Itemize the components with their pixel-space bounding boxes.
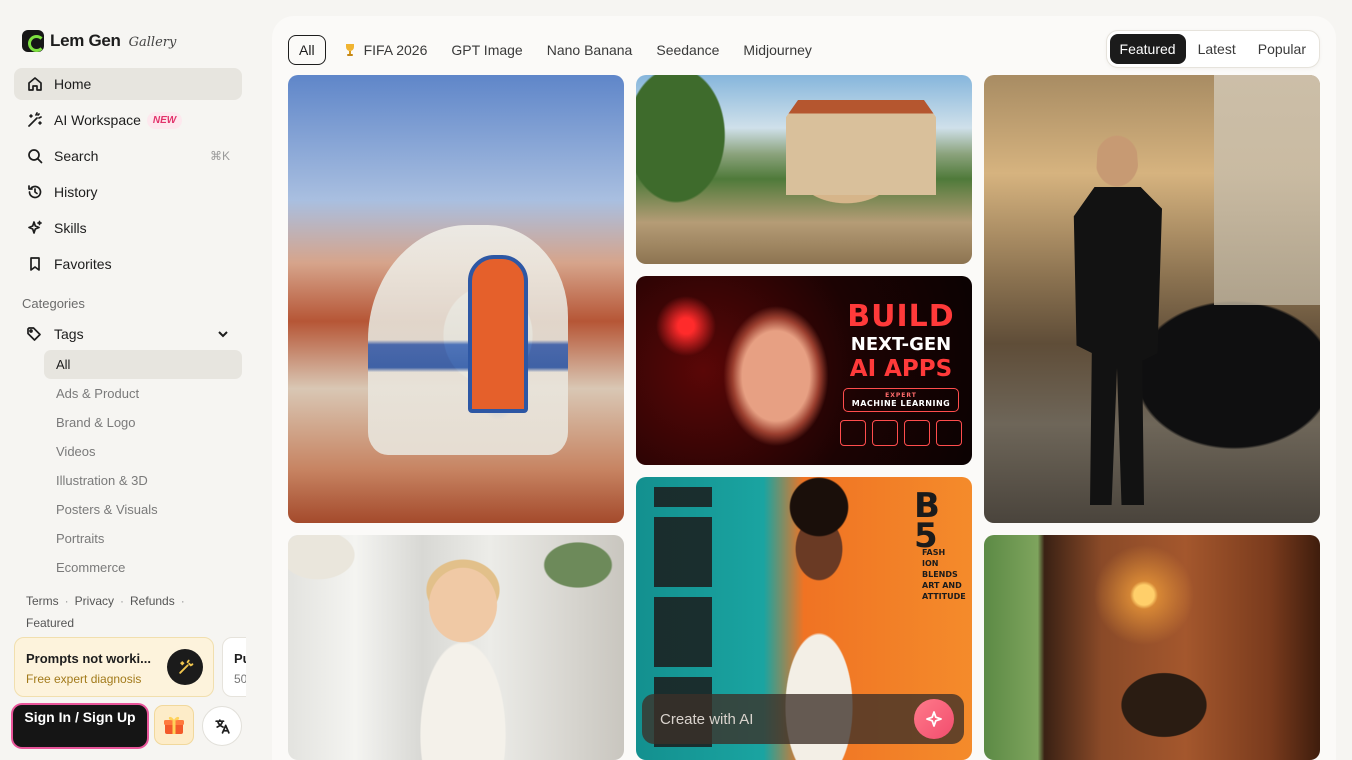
sort-featured[interactable]: Featured (1109, 34, 1186, 64)
promo-card-second[interactable]: Pu 50 (222, 637, 246, 697)
sparkles-icon (26, 219, 44, 237)
gallery-card-ai-poster[interactable]: BUILD NEXT-GEN AI APPS EXPERT MACHINE LE… (636, 276, 972, 465)
magic-wand-icon[interactable] (167, 649, 203, 685)
sort-toggle: Featured Latest Popular (1105, 30, 1320, 68)
nav-home-label: Home (54, 76, 92, 92)
fashion-poster-big: B 5 (914, 486, 940, 556)
new-badge: NEW (146, 111, 183, 129)
filter-nano-banana[interactable]: Nano Banana (547, 42, 633, 58)
fashion-poster-text: FASH ION BLENDS ART AND ATTITUDE (922, 548, 966, 601)
filter-fifa-label: FIFA 2026 (363, 42, 428, 58)
ai-poster-line2: NEXT-GEN (850, 334, 952, 355)
tag-item[interactable]: All (44, 350, 242, 379)
ai-poster-sub1: EXPERT (885, 392, 917, 399)
promo-carousel: Prompts not worki... Free expert diagnos… (14, 637, 246, 699)
tag-item[interactable]: Videos (44, 437, 242, 466)
create-input[interactable]: Create with AI (660, 711, 753, 728)
sparkle-icon[interactable] (914, 699, 954, 739)
gallery-card-fireplace[interactable] (984, 535, 1320, 760)
ai-poster-text: BUILD NEXT-GEN AI APPS EXPERT MACHINE LE… (836, 300, 966, 446)
tag-item[interactable]: Brand & Logo (44, 408, 242, 437)
nav-search[interactable]: Search ⌘K (14, 140, 242, 172)
brand-logo[interactable]: Lem Gen Gallery (22, 30, 176, 52)
filter-seedance[interactable]: Seedance (656, 42, 719, 58)
nav-skills[interactable]: Skills (14, 212, 242, 244)
promo-title: Pu (234, 651, 246, 666)
filter-gpt-image[interactable]: GPT Image (451, 42, 522, 58)
nav-history[interactable]: History (14, 176, 242, 208)
terms-link[interactable]: Terms (26, 594, 59, 608)
search-icon (26, 147, 44, 165)
magic-wand-icon (26, 111, 44, 129)
home-icon (26, 75, 44, 93)
gallery-card-villa[interactable] (636, 75, 972, 264)
nav-favorites[interactable]: Favorites (14, 248, 242, 280)
history-icon (26, 183, 44, 201)
sort-popular[interactable]: Popular (1248, 34, 1316, 64)
ai-poster-box: EXPERT MACHINE LEARNING (843, 388, 959, 412)
brand-name: Lem Gen (50, 31, 121, 50)
ai-poster-icons (840, 420, 962, 446)
main-nav: Home AI Workspace NEW Search ⌘K History … (14, 68, 242, 284)
logo-icon (22, 30, 45, 52)
tag-item[interactable]: Illustration & 3D (44, 466, 242, 495)
nav-home[interactable]: Home (14, 68, 242, 100)
tags-toggle[interactable]: Tags (14, 320, 242, 348)
gift-icon[interactable] (154, 705, 194, 745)
promo-subtitle: 50 (234, 672, 246, 686)
ai-poster-sub2: MACHINE LEARNING (851, 399, 951, 408)
ai-poster-line1: BUILD (847, 299, 955, 334)
nav-history-label: History (54, 184, 98, 200)
gallery-card-mars-habitat[interactable] (288, 75, 624, 523)
tag-item[interactable]: Portraits (44, 524, 242, 553)
tag-item[interactable]: Ads & Product (44, 379, 242, 408)
filter-fifa-2026[interactable]: FIFA 2026 (344, 42, 428, 58)
create-with-ai-bar[interactable]: Create with AI (642, 694, 964, 744)
filter-all[interactable]: All (288, 35, 326, 65)
search-shortcut: ⌘K (209, 149, 230, 163)
categories-heading: Categories (22, 296, 85, 311)
promo-title: Prompts not worki... (26, 651, 151, 666)
nav-ai-workspace-label: AI Workspace (54, 112, 141, 128)
sidebar: Lem Gen Gallery Home AI Workspace NEW Se… (0, 0, 256, 760)
sort-latest[interactable]: Latest (1188, 34, 1246, 64)
model-filter-bar: All FIFA 2026 GPT Image Nano Banana Seed… (288, 34, 812, 66)
tag-item[interactable]: Ecommerce (44, 553, 242, 582)
tags-label: Tags (54, 326, 84, 342)
privacy-link[interactable]: Privacy (75, 594, 114, 608)
promo-card-diagnosis[interactable]: Prompts not worki... Free expert diagnos… (14, 637, 214, 697)
gallery-card-tuxedo[interactable] (984, 75, 1320, 523)
promo-subtitle: Free expert diagnosis (26, 672, 142, 686)
footer-links: Terms · Privacy · Refunds · Featured (26, 594, 185, 630)
sign-in-button[interactable]: Sign In / Sign Up (13, 705, 147, 747)
chevron-down-icon (216, 327, 230, 341)
brand-sub: Gallery (128, 34, 177, 50)
tag-item[interactable]: Posters & Visuals (44, 495, 242, 524)
tag-list: All Ads & Product Brand & Logo Videos Il… (44, 350, 242, 582)
translate-icon[interactable] (202, 706, 242, 746)
bookmark-icon (26, 255, 44, 273)
nav-ai-workspace[interactable]: AI Workspace NEW (14, 104, 242, 136)
ai-poster-line3: AI APPS (849, 356, 953, 382)
refunds-link[interactable]: Refunds (130, 594, 175, 608)
nav-search-label: Search (54, 148, 99, 164)
filter-midjourney[interactable]: Midjourney (743, 42, 811, 58)
tag-icon (26, 325, 44, 343)
nav-skills-label: Skills (54, 220, 87, 236)
nav-favorites-label: Favorites (54, 256, 112, 272)
trophy-icon (345, 44, 354, 56)
gallery-panel: All FIFA 2026 GPT Image Nano Banana Seed… (272, 16, 1336, 760)
gallery-card-bride[interactable] (288, 535, 624, 760)
featured-link[interactable]: Featured (26, 616, 74, 630)
